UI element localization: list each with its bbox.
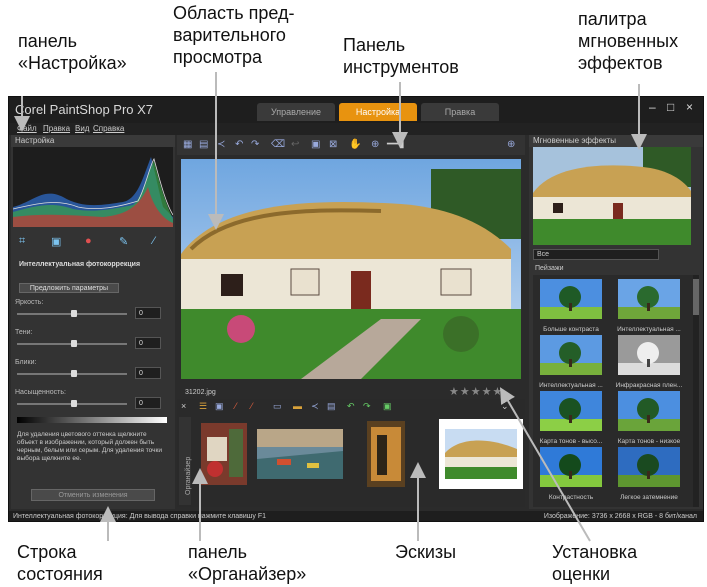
annotated-screenshot: панель «Настройка» Область пред- варител…	[0, 0, 707, 587]
callout-arrows	[14, 72, 647, 542]
arrow-rating	[499, 387, 591, 542]
